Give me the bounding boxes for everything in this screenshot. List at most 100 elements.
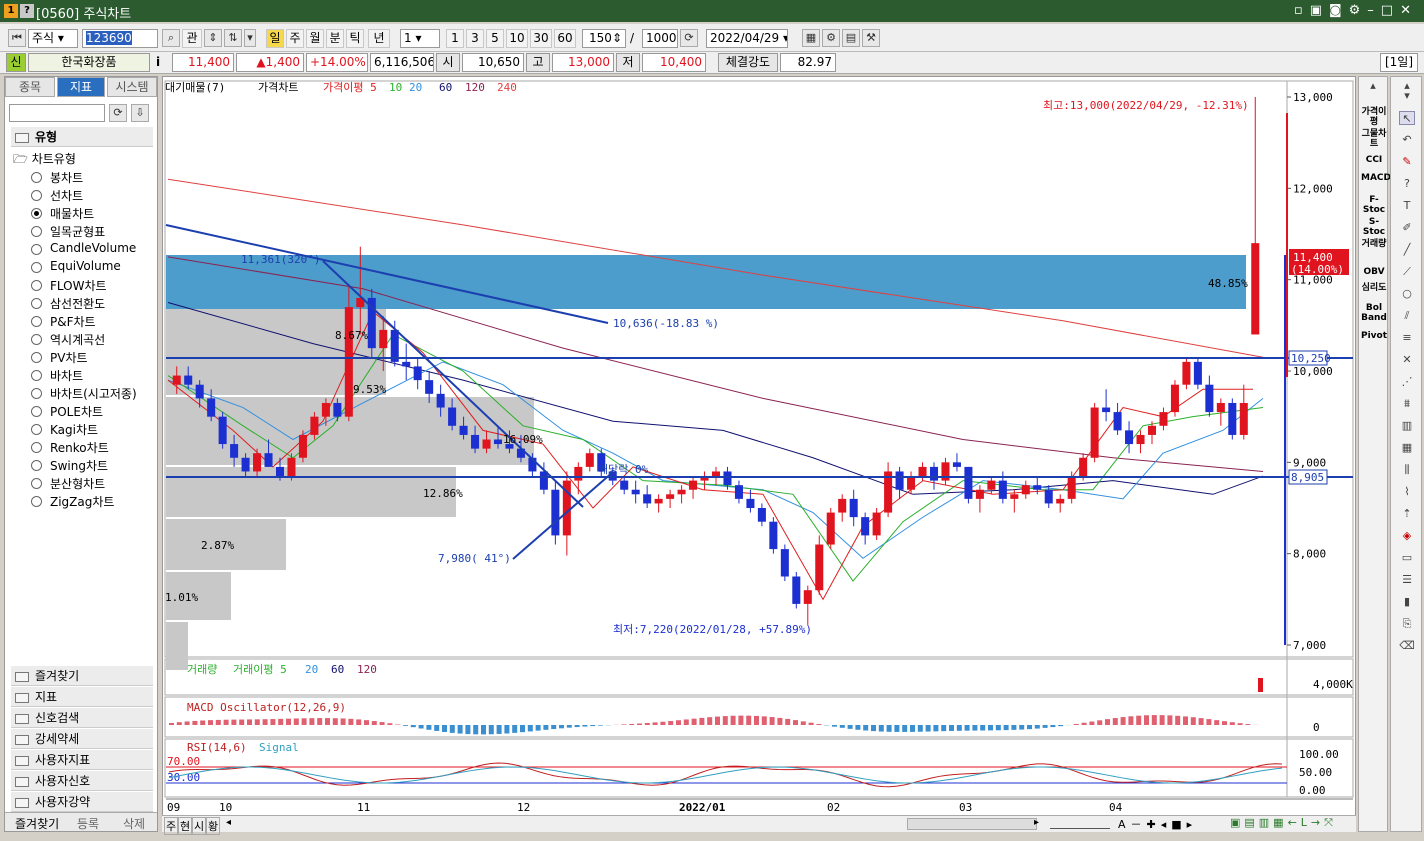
gwan-button[interactable]: 관: [182, 29, 202, 48]
btn-hyun[interactable]: 현: [178, 817, 193, 835]
chart-type-radio[interactable]: [31, 190, 42, 201]
indicator-shortcut[interactable]: 그물차트: [1361, 129, 1387, 149]
indicator-shortcut[interactable]: Pivot: [1361, 331, 1387, 341]
chart-type-radio[interactable]: [31, 424, 42, 435]
question-icon[interactable]: ?: [1399, 177, 1415, 191]
chart-type-radio[interactable]: [31, 280, 42, 291]
quick-60[interactable]: 60: [554, 29, 576, 48]
chart-canvas[interactable]: 13,00012,00011,00010,0009,0008,0007,000대…: [163, 77, 1355, 815]
code-input[interactable]: 123690 ▾: [82, 29, 158, 48]
period-day[interactable]: 일: [266, 29, 284, 48]
auto-icon[interactable]: ◈: [1399, 529, 1415, 543]
folder-item[interactable]: 사용자지표: [11, 750, 153, 770]
tab-favorites[interactable]: 즐겨찾기: [15, 815, 59, 832]
chart-type-radio[interactable]: [31, 244, 42, 255]
minimize-icon[interactable]: –: [1367, 3, 1381, 18]
chart-type-radio[interactable]: [31, 262, 42, 273]
parallel-icon[interactable]: ≡: [1399, 331, 1415, 345]
collapse-down-icon[interactable]: ▾: [1399, 89, 1415, 103]
chart-type-radio[interactable]: [31, 226, 42, 237]
chart-type-radio[interactable]: [31, 478, 42, 489]
quick-10[interactable]: 10: [506, 29, 528, 48]
export-icon[interactable]: ⎘: [1399, 617, 1415, 631]
chart-type-label[interactable]: FLOW차트: [50, 277, 107, 294]
maximize-icon[interactable]: □: [1381, 3, 1400, 18]
quick-1[interactable]: 1: [446, 29, 464, 48]
chart-type-label[interactable]: P&F차트: [50, 313, 96, 330]
delete-button[interactable]: 삭제: [123, 815, 145, 832]
window-icon[interactable]: ▭: [1399, 551, 1415, 565]
pin-icon[interactable]: ▫: [1294, 3, 1310, 18]
btn-si[interactable]: 시: [192, 817, 207, 835]
folder-item[interactable]: 지표: [11, 687, 153, 707]
period-year[interactable]: 년: [368, 29, 390, 48]
pen-icon[interactable]: ✐: [1399, 221, 1415, 235]
chart-type-radio[interactable]: [31, 352, 42, 363]
btn-ju[interactable]: 주: [164, 817, 179, 835]
stepper-icon[interactable]: ⇅: [224, 29, 242, 47]
btn-hwang[interactable]: 황: [206, 817, 221, 835]
period-week[interactable]: 주: [286, 29, 304, 48]
chart-type-label[interactable]: 바차트(시고저종): [50, 385, 137, 402]
sort-icon[interactable]: ⇕: [204, 29, 222, 47]
first-icon[interactable]: ⏮: [8, 29, 26, 47]
quick-3[interactable]: 3: [466, 29, 484, 48]
chart-type-label[interactable]: PV차트: [50, 349, 88, 366]
download-icon[interactable]: ⇩: [131, 104, 149, 122]
chart-icon[interactable]: ▦: [802, 29, 820, 47]
period-icon[interactable]: ⫼: [1399, 463, 1415, 477]
fan-icon[interactable]: ⋰: [1399, 375, 1415, 389]
help-icon[interactable]: ?: [20, 4, 34, 18]
ray-icon[interactable]: ⟋: [1399, 265, 1415, 279]
chart-type-radio[interactable]: [31, 370, 42, 381]
indicator-shortcut[interactable]: CCI: [1361, 155, 1387, 165]
tools-icon[interactable]: ⚒: [862, 29, 880, 47]
indicator-shortcut[interactable]: 가격이평: [1361, 107, 1387, 127]
market-select[interactable]: 주식 ▾: [28, 29, 78, 48]
zoom-slider[interactable]: [1050, 819, 1110, 829]
chart-type-radio[interactable]: [31, 172, 42, 183]
period-tick[interactable]: 틱: [346, 29, 364, 48]
tab-system[interactable]: 시스템: [107, 77, 157, 97]
channel-icon[interactable]: ⫽: [1399, 309, 1415, 323]
chart-area[interactable]: 13,000 12,000 11,000 10,000 9,000 8,000 7,000 대…: [162, 76, 1356, 832]
folder-item[interactable]: 신호검색: [11, 708, 153, 728]
chart-type-radio[interactable]: [31, 442, 42, 453]
indicator-shortcut[interactable]: F-Stoc: [1361, 195, 1387, 215]
chart-type-radio[interactable]: [31, 496, 42, 507]
chart-nav-icons[interactable]: A－✚◂■▸: [1118, 816, 1197, 832]
chart-type-group[interactable]: 🗁 차트유형: [13, 150, 76, 171]
scroll-left-icon[interactable]: ◂: [226, 817, 231, 828]
circle-icon[interactable]: ○: [1399, 287, 1415, 301]
total-input[interactable]: 1000: [642, 29, 678, 48]
chart-type-label[interactable]: Swing차트: [50, 457, 108, 474]
chart-type-label[interactable]: 역시계곡선: [50, 331, 105, 348]
chart-type-label[interactable]: Kagi차트: [50, 421, 98, 438]
copy-icon[interactable]: ▣: [1310, 3, 1329, 18]
chart-type-label[interactable]: Renko차트: [50, 439, 109, 456]
search-icon[interactable]: ⌕: [162, 29, 180, 47]
folder-item[interactable]: 사용자신호: [11, 771, 153, 791]
eraser-icon[interactable]: ✎: [1399, 155, 1415, 169]
tab-indicator[interactable]: 지표: [57, 77, 105, 97]
chart-type-radio[interactable]: [31, 298, 42, 309]
grid-icon[interactable]: ▦: [1399, 441, 1415, 455]
chart-type-label[interactable]: 바차트: [50, 367, 83, 384]
close-icon[interactable]: ✕: [1400, 3, 1418, 18]
chart-type-label[interactable]: 분산형차트: [50, 475, 105, 492]
period-minute[interactable]: 분: [326, 29, 344, 48]
chart-type-radio[interactable]: [31, 316, 42, 327]
line-icon[interactable]: ╱: [1399, 243, 1415, 257]
quick-5[interactable]: 5: [486, 29, 504, 48]
interval-select[interactable]: 1 ▾: [400, 29, 440, 48]
section-type[interactable]: 유형: [11, 127, 153, 147]
chart-type-label[interactable]: ZigZag차트: [50, 493, 114, 510]
chart-type-label[interactable]: 일목균형표: [50, 223, 105, 240]
chart-export-icons[interactable]: ▣▤▥▦←L→⤧: [1230, 816, 1337, 830]
chart-type-radio[interactable]: [31, 334, 42, 345]
quick-30[interactable]: 30: [530, 29, 552, 48]
indicator-shortcut[interactable]: 심리도: [1361, 283, 1387, 293]
indicator-search-input[interactable]: [9, 104, 105, 122]
camera-icon[interactable]: ◙: [1329, 3, 1349, 18]
refresh-icon[interactable]: ⟳: [680, 29, 698, 47]
